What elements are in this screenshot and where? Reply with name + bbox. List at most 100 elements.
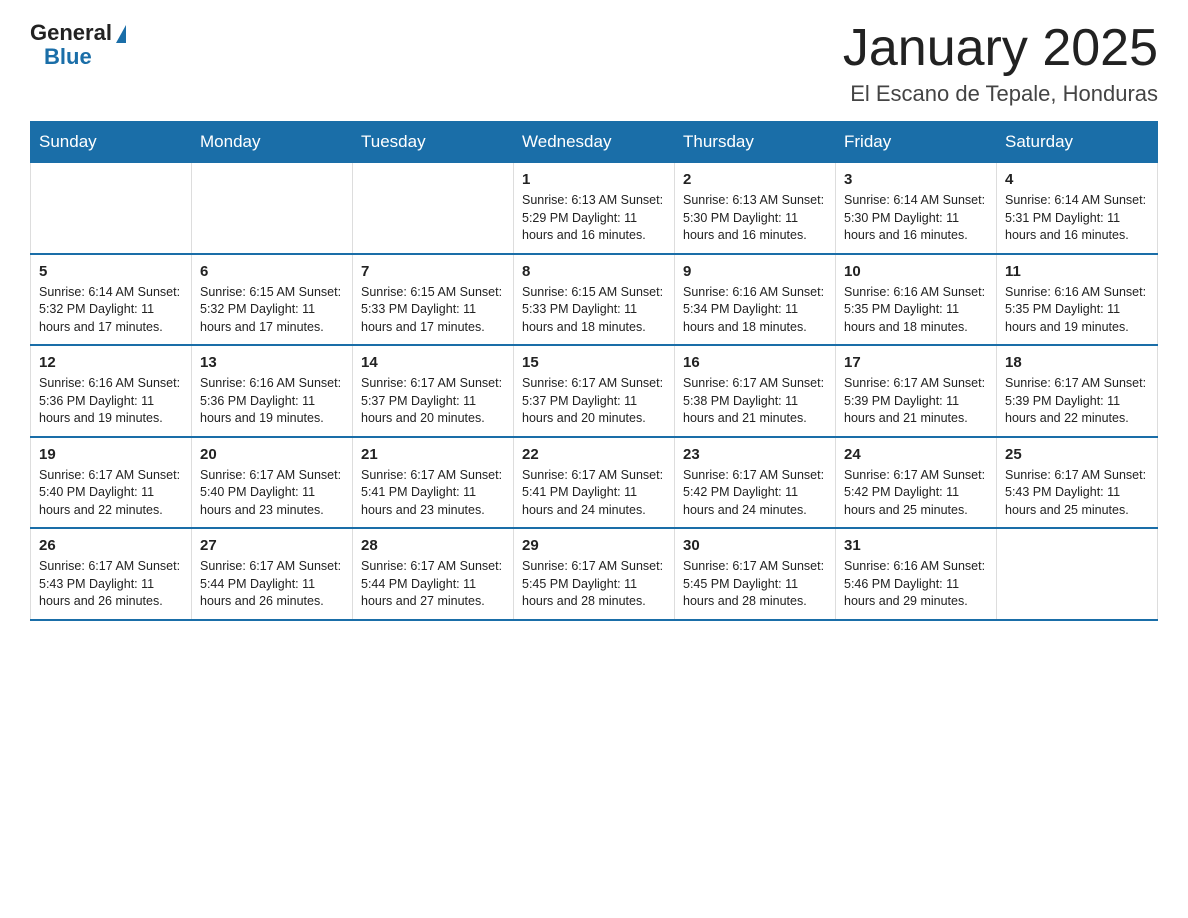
day-info: Sunrise: 6:15 AM Sunset: 5:32 PM Dayligh… bbox=[200, 284, 344, 337]
day-cell-12: 10Sunrise: 6:16 AM Sunset: 5:35 PM Dayli… bbox=[836, 254, 997, 346]
day-info: Sunrise: 6:17 AM Sunset: 5:43 PM Dayligh… bbox=[39, 558, 183, 611]
day-cell-34 bbox=[997, 528, 1158, 620]
day-info: Sunrise: 6:17 AM Sunset: 5:37 PM Dayligh… bbox=[361, 375, 505, 428]
day-number: 1 bbox=[522, 171, 666, 188]
day-number: 11 bbox=[1005, 263, 1149, 280]
day-info: Sunrise: 6:14 AM Sunset: 5:30 PM Dayligh… bbox=[844, 192, 988, 245]
day-cell-26: 24Sunrise: 6:17 AM Sunset: 5:42 PM Dayli… bbox=[836, 437, 997, 529]
day-info: Sunrise: 6:14 AM Sunset: 5:31 PM Dayligh… bbox=[1005, 192, 1149, 245]
day-number: 28 bbox=[361, 537, 505, 554]
day-info: Sunrise: 6:17 AM Sunset: 5:40 PM Dayligh… bbox=[200, 467, 344, 520]
header-day-monday: Monday bbox=[192, 122, 353, 163]
day-cell-1 bbox=[192, 163, 353, 254]
day-cell-25: 23Sunrise: 6:17 AM Sunset: 5:42 PM Dayli… bbox=[675, 437, 836, 529]
day-number: 21 bbox=[361, 446, 505, 463]
day-cell-13: 11 Sunrise: 6:16 AM Sunset: 5:35 PM Dayli… bbox=[997, 254, 1158, 346]
day-info: Sunrise: 6:16 AM Sunset: 5:36 PM Dayligh… bbox=[39, 375, 183, 428]
day-info: Sunrise: 6:17 AM Sunset: 5:39 PM Dayligh… bbox=[844, 375, 988, 428]
day-info: Sunrise: 6:17 AM Sunset: 5:42 PM Dayligh… bbox=[844, 467, 988, 520]
day-info: Sunrise: 6:17 AM Sunset: 5:44 PM Dayligh… bbox=[361, 558, 505, 611]
day-cell-27: 25Sunrise: 6:17 AM Sunset: 5:43 PM Dayli… bbox=[997, 437, 1158, 529]
day-number: 2 bbox=[683, 171, 827, 188]
day-cell-33: 31 Sunrise: 6:16 AM Sunset: 5:46 PM Dayli… bbox=[836, 528, 997, 620]
day-cell-24: 22 Sunrise: 6:17 AM Sunset: 5:41 PM Dayli… bbox=[514, 437, 675, 529]
day-number: 13 bbox=[200, 354, 344, 371]
header-day-saturday: Saturday bbox=[997, 122, 1158, 163]
header-day-wednesday: Wednesday bbox=[514, 122, 675, 163]
day-cell-3: 1 Sunrise: 6:13 AM Sunset: 5:29 PM Daylig… bbox=[514, 163, 675, 254]
day-number: 26 bbox=[39, 537, 183, 554]
day-number: 15 bbox=[522, 354, 666, 371]
day-cell-18: 16Sunrise: 6:17 AM Sunset: 5:38 PM Dayli… bbox=[675, 345, 836, 437]
day-number: 3 bbox=[844, 171, 988, 188]
day-info: Sunrise: 6:16 AM Sunset: 5:34 PM Dayligh… bbox=[683, 284, 827, 337]
day-cell-4: 2Sunrise: 6:13 AM Sunset: 5:30 PM Daylig… bbox=[675, 163, 836, 254]
day-number: 4 bbox=[1005, 171, 1149, 188]
day-info: Sunrise: 6:17 AM Sunset: 5:42 PM Dayligh… bbox=[683, 467, 827, 520]
week-row-3: 12Sunrise: 6:16 AM Sunset: 5:36 PM Dayli… bbox=[31, 345, 1158, 437]
day-number: 27 bbox=[200, 537, 344, 554]
day-number: 19 bbox=[39, 446, 183, 463]
day-number: 9 bbox=[683, 263, 827, 280]
day-number: 7 bbox=[361, 263, 505, 280]
day-info: Sunrise: 6:16 AM Sunset: 5:35 PM Dayligh… bbox=[844, 284, 988, 337]
day-info: Sunrise: 6:16 AM Sunset: 5:36 PM Dayligh… bbox=[200, 375, 344, 428]
day-cell-23: 21Sunrise: 6:17 AM Sunset: 5:41 PM Dayli… bbox=[353, 437, 514, 529]
logo-triangle-icon bbox=[116, 25, 126, 43]
day-cell-31: 29Sunrise: 6:17 AM Sunset: 5:45 PM Dayli… bbox=[514, 528, 675, 620]
day-cell-21: 19 Sunrise: 6:17 AM Sunset: 5:40 PM Dayli… bbox=[31, 437, 192, 529]
day-info: Sunrise: 6:17 AM Sunset: 5:45 PM Dayligh… bbox=[683, 558, 827, 611]
day-cell-7: 5 Sunrise: 6:14 AM Sunset: 5:32 PM Daylig… bbox=[31, 254, 192, 346]
day-info: Sunrise: 6:14 AM Sunset: 5:32 PM Dayligh… bbox=[39, 284, 183, 337]
day-cell-15: 13 Sunrise: 6:16 AM Sunset: 5:36 PM Dayli… bbox=[192, 345, 353, 437]
day-cell-30: 28 Sunrise: 6:17 AM Sunset: 5:44 PM Dayli… bbox=[353, 528, 514, 620]
day-info: Sunrise: 6:17 AM Sunset: 5:40 PM Dayligh… bbox=[39, 467, 183, 520]
day-number: 30 bbox=[683, 537, 827, 554]
day-cell-10: 8Sunrise: 6:15 AM Sunset: 5:33 PM Daylig… bbox=[514, 254, 675, 346]
day-number: 16 bbox=[683, 354, 827, 371]
title-area: January 2025 El Escano de Tepale, Hondur… bbox=[843, 20, 1158, 107]
day-cell-17: 15 Sunrise: 6:17 AM Sunset: 5:37 PM Dayli… bbox=[514, 345, 675, 437]
day-cell-5: 3 Sunrise: 6:14 AM Sunset: 5:30 PM Daylig… bbox=[836, 163, 997, 254]
day-cell-28: 26 Sunrise: 6:17 AM Sunset: 5:43 PM Dayli… bbox=[31, 528, 192, 620]
week-row-2: 5 Sunrise: 6:14 AM Sunset: 5:32 PM Daylig… bbox=[31, 254, 1158, 346]
day-info: Sunrise: 6:17 AM Sunset: 5:37 PM Dayligh… bbox=[522, 375, 666, 428]
day-cell-29: 27Sunrise: 6:17 AM Sunset: 5:44 PM Dayli… bbox=[192, 528, 353, 620]
header-day-sunday: Sunday bbox=[31, 122, 192, 163]
day-number: 20 bbox=[200, 446, 344, 463]
day-cell-20: 18Sunrise: 6:17 AM Sunset: 5:39 PM Dayli… bbox=[997, 345, 1158, 437]
day-number: 22 bbox=[522, 446, 666, 463]
page-header: General Blue January 2025 El Escano de T… bbox=[30, 20, 1158, 107]
day-cell-2 bbox=[353, 163, 514, 254]
week-row-4: 19 Sunrise: 6:17 AM Sunset: 5:40 PM Dayli… bbox=[31, 437, 1158, 529]
logo-general-text: General bbox=[30, 20, 112, 46]
logo-blue-text: Blue bbox=[44, 44, 92, 70]
header-day-tuesday: Tuesday bbox=[353, 122, 514, 163]
day-cell-22: 20 Sunrise: 6:17 AM Sunset: 5:40 PM Dayli… bbox=[192, 437, 353, 529]
header-day-thursday: Thursday bbox=[675, 122, 836, 163]
header-row: SundayMondayTuesdayWednesdayThursdayFrid… bbox=[31, 122, 1158, 163]
day-number: 31 bbox=[844, 537, 988, 554]
day-info: Sunrise: 6:16 AM Sunset: 5:46 PM Dayligh… bbox=[844, 558, 988, 611]
logo: General Blue bbox=[30, 20, 126, 70]
day-number: 29 bbox=[522, 537, 666, 554]
day-number: 17 bbox=[844, 354, 988, 371]
day-cell-16: 14Sunrise: 6:17 AM Sunset: 5:37 PM Dayli… bbox=[353, 345, 514, 437]
day-cell-14: 12Sunrise: 6:16 AM Sunset: 5:36 PM Dayli… bbox=[31, 345, 192, 437]
day-cell-0 bbox=[31, 163, 192, 254]
week-row-5: 26 Sunrise: 6:17 AM Sunset: 5:43 PM Dayli… bbox=[31, 528, 1158, 620]
day-number: 25 bbox=[1005, 446, 1149, 463]
day-number: 8 bbox=[522, 263, 666, 280]
day-number: 5 bbox=[39, 263, 183, 280]
calendar-subtitle: El Escano de Tepale, Honduras bbox=[843, 81, 1158, 107]
day-number: 6 bbox=[200, 263, 344, 280]
calendar-title: January 2025 bbox=[843, 20, 1158, 77]
day-cell-19: 17 Sunrise: 6:17 AM Sunset: 5:39 PM Dayli… bbox=[836, 345, 997, 437]
day-info: Sunrise: 6:17 AM Sunset: 5:41 PM Dayligh… bbox=[522, 467, 666, 520]
day-info: Sunrise: 6:15 AM Sunset: 5:33 PM Dayligh… bbox=[361, 284, 505, 337]
day-cell-11: 9 Sunrise: 6:16 AM Sunset: 5:34 PM Daylig… bbox=[675, 254, 836, 346]
calendar-body: 1 Sunrise: 6:13 AM Sunset: 5:29 PM Daylig… bbox=[31, 163, 1158, 620]
day-info: Sunrise: 6:16 AM Sunset: 5:35 PM Dayligh… bbox=[1005, 284, 1149, 337]
day-cell-8: 6 Sunrise: 6:15 AM Sunset: 5:32 PM Daylig… bbox=[192, 254, 353, 346]
day-info: Sunrise: 6:13 AM Sunset: 5:29 PM Dayligh… bbox=[522, 192, 666, 245]
